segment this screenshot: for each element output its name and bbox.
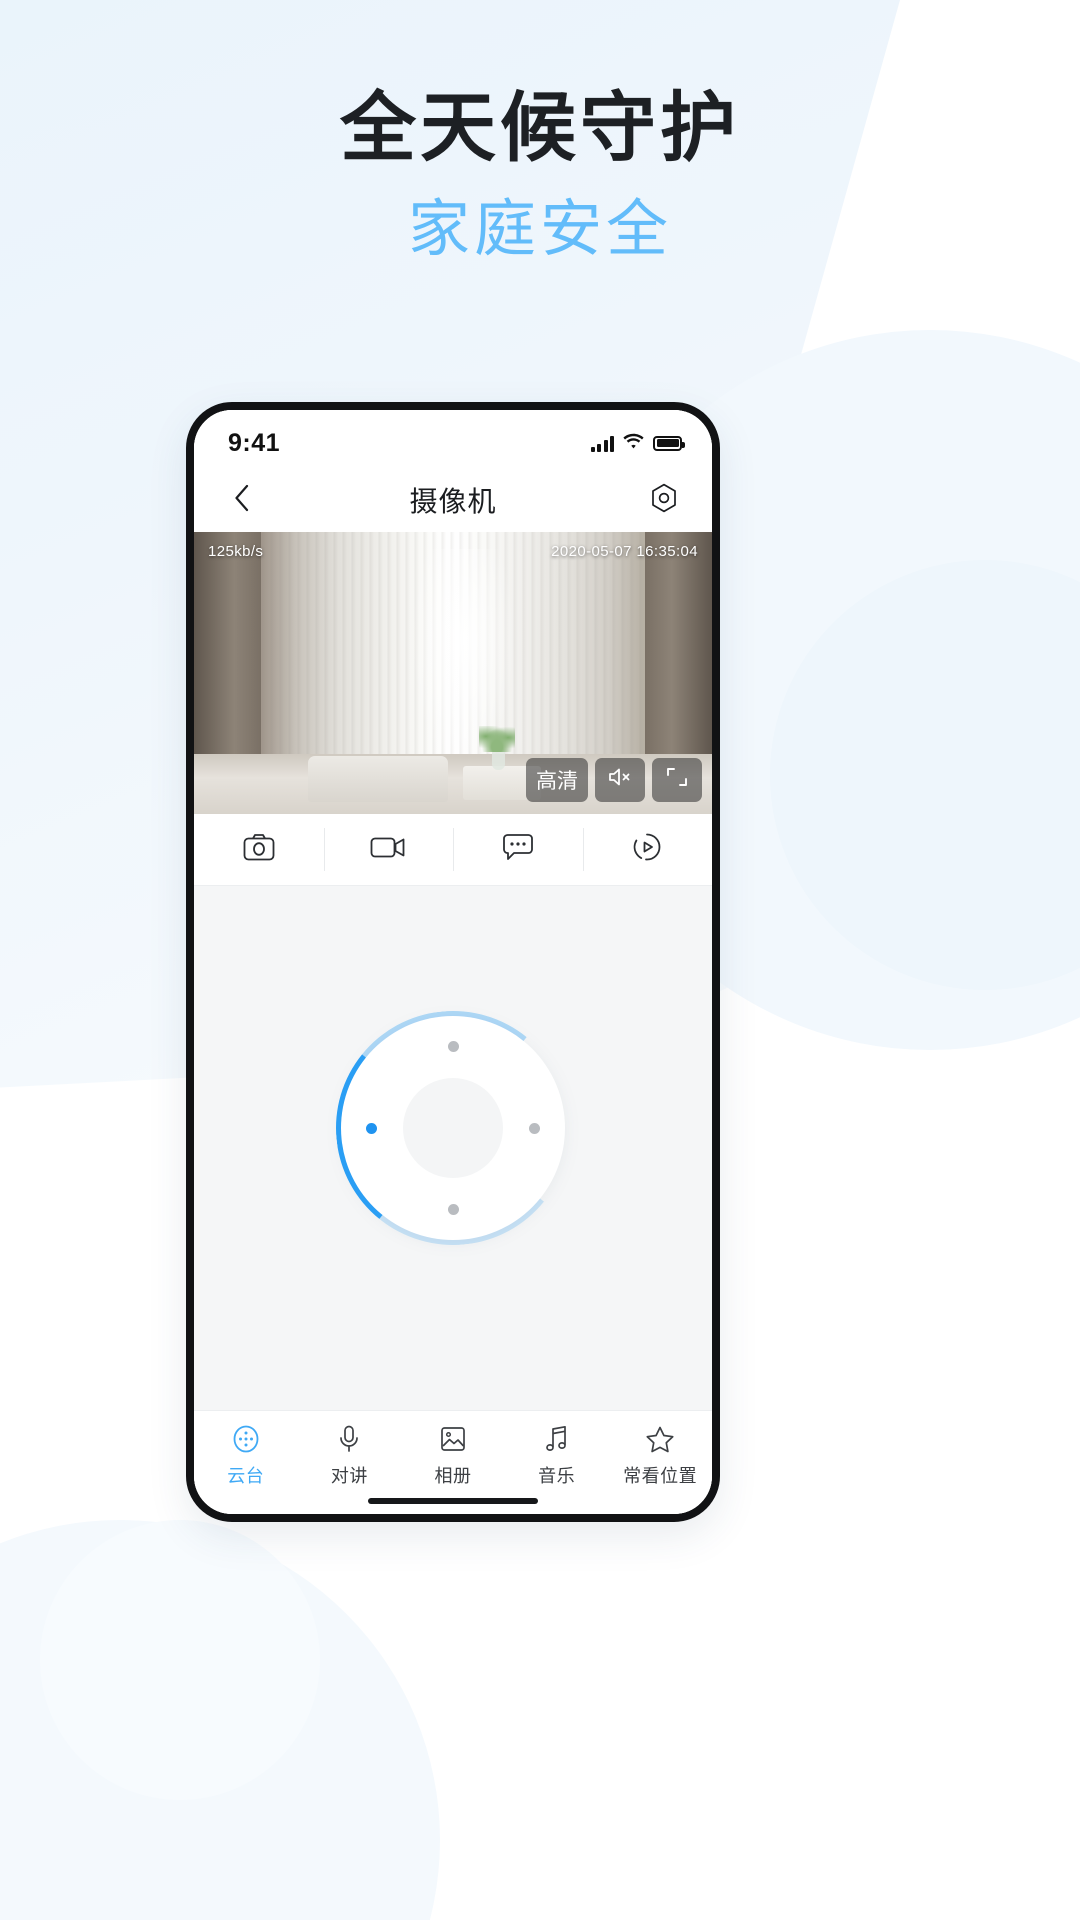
tab-music[interactable]: 音乐 [505,1423,609,1488]
chat-bubble-icon [501,832,535,867]
video-ottoman [307,756,448,802]
promo-subheadline: 家庭安全 [407,195,672,265]
message-button[interactable] [453,814,583,885]
tab-favorite-positions[interactable]: 常看位置 [608,1423,712,1488]
cellular-signal-icon [590,435,614,452]
ptz-dot-up[interactable] [447,1041,459,1052]
status-time: 9:41 [228,428,281,457]
ptz-joystick[interactable] [324,999,582,1257]
video-plant [478,726,515,752]
live-video-view[interactable]: 125kb/s 2020-05-07 16:35:04 高清 [194,532,712,814]
playback-history-icon [631,831,663,868]
tab-label-ptz: 云台 [227,1466,265,1486]
ptz-pad-icon [231,1423,261,1455]
camera-icon [242,832,276,867]
playback-button[interactable] [582,814,713,885]
tab-label-music: 音乐 [538,1466,576,1486]
chevron-left-icon [234,484,250,517]
promo-headline-block: 全天候守护 家庭安全 [0,86,1080,268]
promo-headline: 全天候守护 [340,86,740,171]
nav-bar: 摄像机 [194,468,712,532]
phone-screen: 9:41 摄像机 125kb/s 2020-05-07 16:35:04 高清 … [194,410,712,1514]
ptz-control-area [194,886,712,1410]
page-title: 摄像机 [409,486,497,517]
speaker-mute-icon [607,766,633,794]
ptz-dot-right[interactable] [529,1122,540,1134]
tab-label-favorite-positions: 常看位置 [623,1466,698,1486]
home-indicator[interactable] [368,1498,538,1504]
tab-intercom[interactable]: 对讲 [298,1423,402,1488]
background-circle-4 [40,1520,320,1800]
music-note-icon [543,1423,571,1455]
settings-button[interactable] [642,478,686,522]
fullscreen-icon [665,766,689,794]
phone-mockup: 9:41 摄像机 125kb/s 2020-05-07 16:35:04 高清 … [186,402,720,1522]
mute-button[interactable] [595,758,645,802]
photo-album-icon [439,1423,467,1455]
video-action-toolbar [194,814,712,886]
tab-label-album: 相册 [434,1466,472,1486]
back-button[interactable] [220,478,264,522]
status-bar: 9:41 [194,410,712,468]
record-button[interactable] [323,814,454,885]
ptz-dot-left[interactable] [366,1122,377,1134]
settings-hex-icon [648,482,680,519]
wifi-icon [623,433,644,454]
video-controls: 高清 [526,758,702,802]
video-bitrate-label: 125kb/s [208,543,264,560]
video-timestamp-label: 2020-05-07 16:35:04 [551,543,698,560]
ptz-dot-down[interactable] [447,1204,459,1215]
tab-album[interactable]: 相册 [401,1423,505,1488]
ptz-center-hub[interactable] [403,1078,503,1178]
quality-hd-button[interactable]: 高清 [526,758,588,802]
microphone-icon [336,1423,362,1455]
tab-label-intercom: 对讲 [330,1466,368,1486]
battery-icon [653,435,685,451]
star-icon [645,1423,675,1455]
fullscreen-button[interactable] [652,758,702,802]
tab-ptz[interactable]: 云台 [194,1423,298,1488]
status-icons [590,433,685,454]
snapshot-button[interactable] [194,814,324,885]
video-camera-icon [369,833,407,866]
